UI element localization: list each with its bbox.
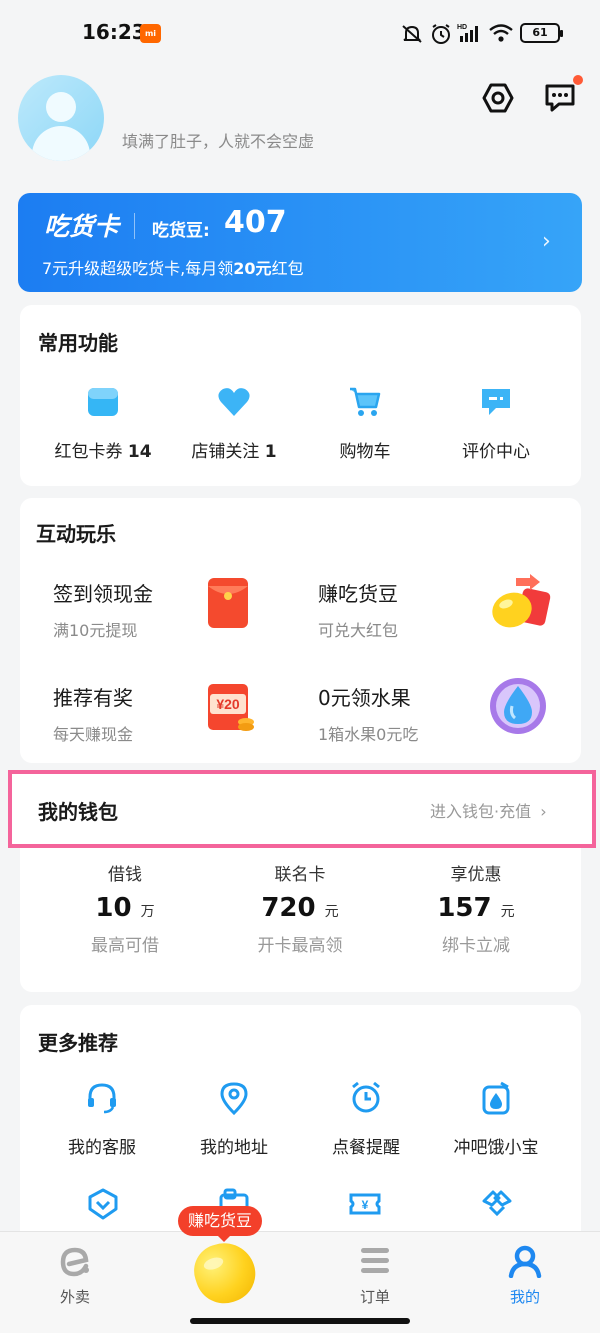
svg-text:¥: ¥: [362, 1198, 369, 1212]
earn-beans-promo-bubble[interactable]: 赚吃货豆: [178, 1206, 263, 1242]
wallet-enter-link[interactable]: 进入钱包·充值 ›: [430, 798, 547, 822]
section-title: 更多推荐: [38, 1031, 118, 1055]
location-pin-icon: [220, 1082, 248, 1116]
headset-icon: [88, 1083, 116, 1114]
handshake-icon[interactable]: [480, 1187, 514, 1221]
tab-takeout[interactable]: 外卖: [15, 1244, 135, 1307]
more-address[interactable]: 我的地址: [164, 1081, 304, 1158]
more-panel: 更多推荐 我的客服 我的地址 点餐提醒 冲吧饿小宝 ¥: [20, 1005, 581, 1245]
beans-label: 吃货豆:: [152, 221, 210, 241]
tab-orders[interactable]: 订单: [315, 1244, 435, 1307]
alarm-clock-icon: [352, 1081, 380, 1113]
eleme-logo-icon: [60, 1247, 89, 1277]
fn-cart[interactable]: 购物车: [295, 385, 435, 462]
bottle-icon: [482, 1081, 510, 1115]
carrier-badge: mi: [140, 24, 161, 43]
home-indicator[interactable]: [190, 1318, 410, 1324]
yuan-ticket-icon[interactable]: ¥: [348, 1187, 382, 1221]
wifi-icon: [489, 24, 513, 42]
battery-icon: 61: [520, 23, 563, 43]
common-functions-panel: 常用功能 红包卡券 14 店铺关注 1 购物车 评价中心: [20, 305, 581, 486]
bean-icon: [202, 1255, 225, 1272]
heart-icon: [218, 388, 250, 416]
mute-bell-icon: [402, 25, 422, 43]
avatar[interactable]: [18, 75, 104, 161]
message-icon: [545, 84, 575, 112]
foodie-card-name: 吃货卡: [44, 212, 120, 241]
wallet-cobrand-card[interactable]: 联名卡 720 元 开卡最高领: [220, 860, 380, 956]
section-title: 互动玩乐: [36, 522, 116, 546]
play-referral[interactable]: 推荐有奖 每天赚现金 ¥20: [20, 674, 300, 754]
cart-icon: [350, 387, 381, 416]
fn-review-center[interactable]: 评价中心: [426, 385, 566, 462]
water-drop-icon: [490, 678, 546, 734]
more-customer-service[interactable]: 我的客服: [32, 1081, 172, 1158]
red-envelope-icon: [208, 578, 248, 628]
hd-signal-icon: HD: [457, 24, 478, 42]
fn-coupons[interactable]: 红包卡券 14: [33, 385, 173, 462]
more-mascot[interactable]: 冲吧饿小宝: [426, 1081, 566, 1158]
shield-check-icon[interactable]: [86, 1187, 120, 1221]
tab-mine[interactable]: 我的: [465, 1244, 585, 1307]
settings-button[interactable]: [478, 78, 518, 118]
play-checkin[interactable]: 签到领现金 满10元提现: [20, 570, 300, 650]
coupon-icon: [88, 388, 118, 416]
play-earn-beans[interactable]: 赚吃货豆 可兑大红包: [300, 570, 580, 650]
alarm-icon: [432, 24, 450, 44]
wallet-loan[interactable]: 借钱 10 万 最高可借: [45, 860, 205, 956]
card-divider: [134, 213, 135, 239]
foodie-card-banner[interactable]: 吃货卡 吃货豆: 407 7元升级超级吃货卡,每月领20元红包 ›: [18, 193, 582, 292]
card-subtitle: 7元升级超级吃货卡,每月领20元红包: [42, 259, 304, 278]
wallet-title: 我的钱包: [38, 800, 118, 824]
status-time: 16:23: [82, 20, 146, 44]
settings-hexagon-icon: [482, 83, 514, 113]
wallet-discount[interactable]: 享优惠 157 元 绑卡立减: [396, 860, 556, 956]
status-bar: 16:23 mi HD 61: [0, 0, 600, 66]
fn-followed-shops[interactable]: 店铺关注 1: [164, 385, 304, 462]
user-motto: 填满了肚子，人就不会空虚: [122, 132, 315, 151]
more-order-reminder[interactable]: 点餐提醒: [296, 1081, 436, 1158]
chevron-right-icon: ›: [540, 802, 547, 821]
bean-gift-icon: [492, 574, 551, 628]
play-free-fruit[interactable]: 0元领水果 1箱水果0元吃: [300, 674, 580, 754]
cash-20-icon: ¥20: [208, 684, 254, 731]
person-icon: [508, 1245, 542, 1279]
list-icon: [361, 1248, 389, 1273]
beans-value: 407: [224, 205, 287, 240]
svg-text:¥20: ¥20: [216, 696, 240, 712]
comment-icon: [482, 389, 510, 415]
interactive-panel: 互动玩乐 签到领现金 满10元提现 赚吃货豆 可兑大红包 推荐有奖 每天赚现金 …: [20, 498, 581, 763]
message-unread-dot: [573, 75, 583, 85]
svg-text:HD: HD: [457, 24, 467, 31]
chevron-right-icon: ›: [542, 229, 551, 254]
wallet-header-highlight[interactable]: 我的钱包 进入钱包·充值 ›: [8, 770, 596, 848]
section-title: 常用功能: [38, 331, 118, 355]
